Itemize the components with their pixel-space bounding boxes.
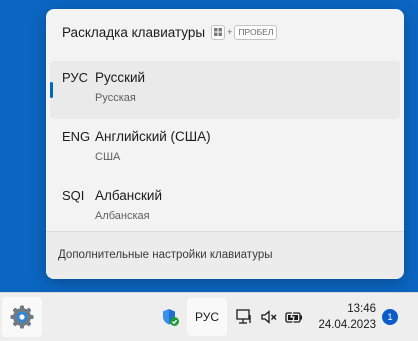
notification-count-badge[interactable]: 1 xyxy=(382,309,398,325)
taskbar: РУС 13:46 24.04.2023 1 xyxy=(0,292,418,341)
language-code: ENG xyxy=(62,129,91,144)
clock-time: 13:46 xyxy=(347,303,376,315)
windows-key-icon xyxy=(211,24,226,40)
language-code: SQI xyxy=(62,188,85,203)
space-key: ПРОБЕЛ xyxy=(234,24,278,40)
shortcut-plus: + xyxy=(227,27,233,37)
language-layout: Русская xyxy=(95,92,136,104)
language-name: Английский (США) xyxy=(95,129,211,144)
language-item-sqi[interactable]: SQI Албанский Албанская xyxy=(50,179,400,237)
language-code: РУС xyxy=(62,70,89,85)
keyboard-layout-flyout: Раскладка клавиатуры + ПРОБЕЛ РУС Русски… xyxy=(46,9,404,279)
input-language-button[interactable]: РУС xyxy=(187,298,227,336)
network-icon[interactable] xyxy=(234,307,254,327)
more-keyboard-settings-link[interactable]: Дополнительные настройки клавиатуры xyxy=(58,249,272,261)
flyout-title: Раскладка клавиатуры xyxy=(62,24,206,40)
security-shield-icon[interactable] xyxy=(160,307,180,327)
selection-indicator xyxy=(50,82,53,98)
battery-icon[interactable] xyxy=(284,307,304,327)
clock-date: 24.04.2023 xyxy=(318,319,376,331)
language-layout: США xyxy=(95,151,121,163)
volume-muted-icon[interactable] xyxy=(259,307,279,327)
language-item-eng[interactable]: ENG Английский (США) США xyxy=(50,120,400,178)
settings-app-button[interactable] xyxy=(2,297,42,337)
flyout-header: Раскладка клавиатуры + ПРОБЕЛ xyxy=(62,21,278,43)
flyout-footer: Дополнительные настройки клавиатуры xyxy=(46,231,404,279)
system-clock[interactable]: 13:46 24.04.2023 xyxy=(314,301,376,333)
language-layout: Албанская xyxy=(95,210,150,222)
language-name: Албанский xyxy=(95,188,163,203)
language-name: Русский xyxy=(95,70,146,85)
language-item-rus[interactable]: РУС Русский Русская xyxy=(50,61,400,119)
language-list: РУС Русский Русская ENG Английский (США)… xyxy=(50,61,400,238)
settings-gear-icon xyxy=(10,305,34,329)
shortcut-hint: + ПРОБЕЛ xyxy=(211,24,278,40)
